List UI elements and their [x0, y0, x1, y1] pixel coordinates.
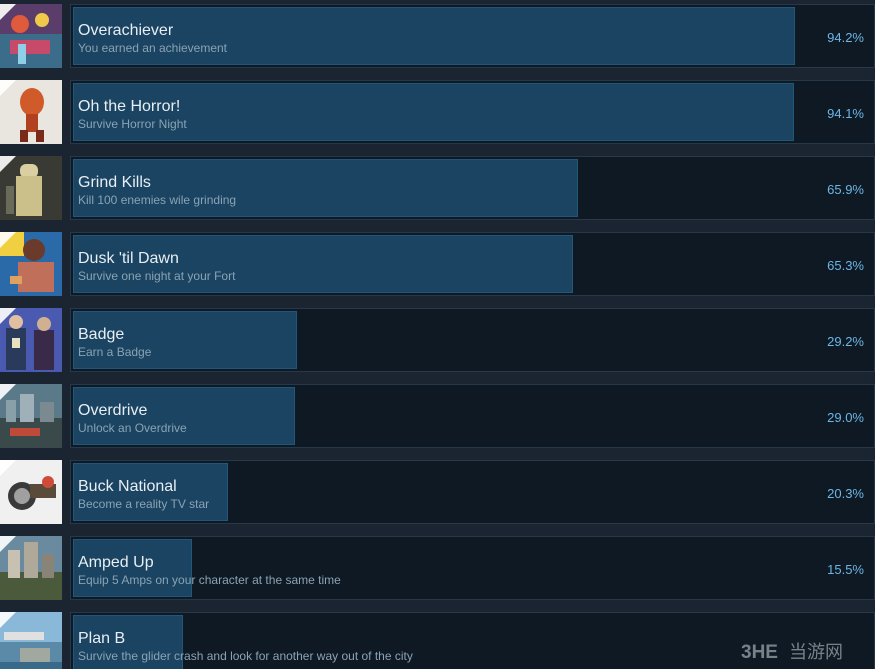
achievement-description: Earn a Badge	[78, 345, 152, 359]
achievement-description: You earned an achievement	[78, 41, 228, 55]
achievement-row: Overdrive Unlock an Overdrive 29.0%	[0, 384, 875, 450]
achievement-panel: Badge Earn a Badge 29.2%	[70, 308, 875, 372]
achievement-percent: 15.5%	[827, 562, 864, 577]
achievement-title: Dusk 'til Dawn	[78, 250, 179, 267]
overdrive-art-icon	[0, 384, 62, 448]
achievement-panel: Overachiever You earned an achievement 94.…	[70, 4, 875, 68]
grind-kills-art-icon	[0, 156, 62, 220]
svg-text:3HE: 3HE	[741, 642, 778, 663]
badge-art-icon	[0, 308, 62, 372]
achievement-title: Plan B	[78, 630, 126, 647]
achievement-row: Dusk 'til Dawn Survive one night at your …	[0, 232, 875, 298]
achievement-row: Badge Earn a Badge 29.2%	[0, 308, 875, 374]
achievement-title: Overachiever	[78, 22, 174, 39]
plan-b-art-icon	[0, 612, 62, 669]
achievement-row: Oh the Horror! Survive Horror Night 94.1%	[0, 80, 875, 146]
progress-bar	[73, 83, 794, 141]
achievement-row: Buck National Become a reality TV star 20.…	[0, 460, 875, 526]
dusk-til-dawn-art-icon	[0, 232, 62, 296]
svg-text:当游网: 当游网	[789, 642, 843, 663]
achievement-title: Buck National	[78, 478, 177, 495]
achievement-percent: 29.2%	[827, 334, 864, 349]
achievement-row: Grind Kills Kill 100 enemies wile grindin…	[0, 156, 875, 222]
achievement-title: Overdrive	[78, 402, 148, 419]
achievement-panel: Overdrive Unlock an Overdrive 29.0%	[70, 384, 875, 448]
achievement-description: Survive Horror Night	[78, 117, 187, 131]
achievement-percent: 65.9%	[827, 182, 864, 197]
achievement-description: Kill 100 enemies wile grinding	[78, 193, 237, 207]
achievement-description: Survive the glider crash and look for an…	[78, 649, 413, 663]
achievement-percent: 65.3%	[827, 258, 864, 273]
buck-national-art-icon	[0, 460, 62, 524]
achievement-panel: Buck National Become a reality TV star 20.…	[70, 460, 875, 524]
achievement-title: Amped Up	[78, 554, 154, 571]
amped-up-art-icon	[0, 536, 62, 600]
achievement-percent: 20.3%	[827, 486, 864, 501]
progress-bar	[73, 7, 795, 65]
horror-art-icon	[0, 80, 62, 144]
achievement-row: Overachiever You earned an achievement 94.…	[0, 4, 875, 70]
achievement-percent: 94.2%	[827, 30, 864, 45]
achievement-description: Survive one night at your Fort	[78, 269, 236, 283]
achievement-panel: Dusk 'til Dawn Survive one night at your …	[70, 232, 875, 296]
achievement-description: Equip 5 Amps on your character at the sa…	[78, 573, 341, 587]
achievement-percent: 94.1%	[827, 106, 864, 121]
achievement-row: Amped Up Equip 5 Amps on your character a…	[0, 536, 875, 602]
achievement-panel: Oh the Horror! Survive Horror Night 94.1%	[70, 80, 875, 144]
watermark-logo: 3HE 当游网	[741, 642, 843, 663]
achievement-list: Overachiever You earned an achievement 94.…	[0, 0, 875, 669]
overachiever-art-icon	[0, 4, 62, 68]
achievement-panel: Amped Up Equip 5 Amps on your character a…	[70, 536, 875, 600]
achievement-title: Oh the Horror!	[78, 98, 181, 115]
achievement-panel: Grind Kills Kill 100 enemies wile grindin…	[70, 156, 875, 220]
achievement-description: Unlock an Overdrive	[78, 421, 187, 435]
achievement-title: Badge	[78, 326, 125, 343]
achievement-title: Grind Kills	[78, 174, 151, 191]
achievement-percent: 29.0%	[827, 410, 864, 425]
achievement-description: Become a reality TV star	[78, 497, 210, 511]
